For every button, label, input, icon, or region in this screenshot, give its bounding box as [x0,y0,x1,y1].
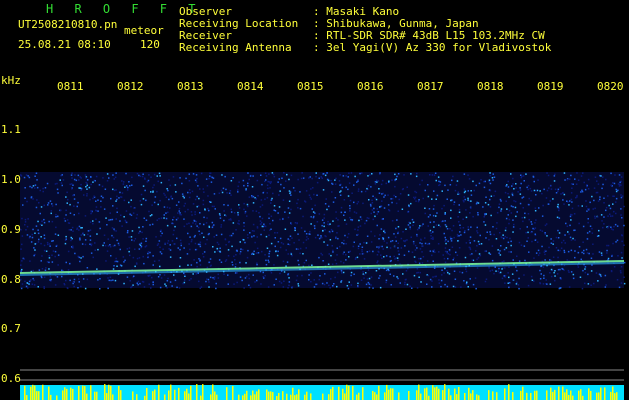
spectrogram [19,172,626,400]
y-tick-label: 1.1 [1,123,21,136]
y-tick-label: 0.8 [1,273,21,286]
count-value: 120 [140,38,160,51]
mode-label: meteor [124,24,164,37]
y-axis-unit: kHz [1,74,21,87]
x-tick-label: 0811 [57,80,84,93]
x-tick-label: 0816 [357,80,384,93]
x-tick-label: 0818 [477,80,504,93]
x-tick-label: 0817 [417,80,444,93]
date-time: 25.08.21 08:10 [18,38,111,51]
filename: UT2508210810.pn [18,18,118,31]
field-value-antenna: : 3el Yagi(V) Az 330 for Vladivostok [313,41,552,54]
y-tick-label: 0.7 [1,322,21,335]
x-tick-label: 0819 [537,80,564,93]
x-tick-label: 0820 [597,80,624,93]
y-tick-label: 1.0 [1,173,21,186]
y-tick-label: 0.6 [1,372,21,385]
x-tick-label: 0812 [117,80,144,93]
field-label-antenna: Receiving Antenna [179,41,292,54]
y-tick-label: 0.9 [1,223,21,236]
x-tick-label: 0813 [177,80,204,93]
x-tick-label: 0814 [237,80,264,93]
x-tick-label: 0815 [297,80,324,93]
